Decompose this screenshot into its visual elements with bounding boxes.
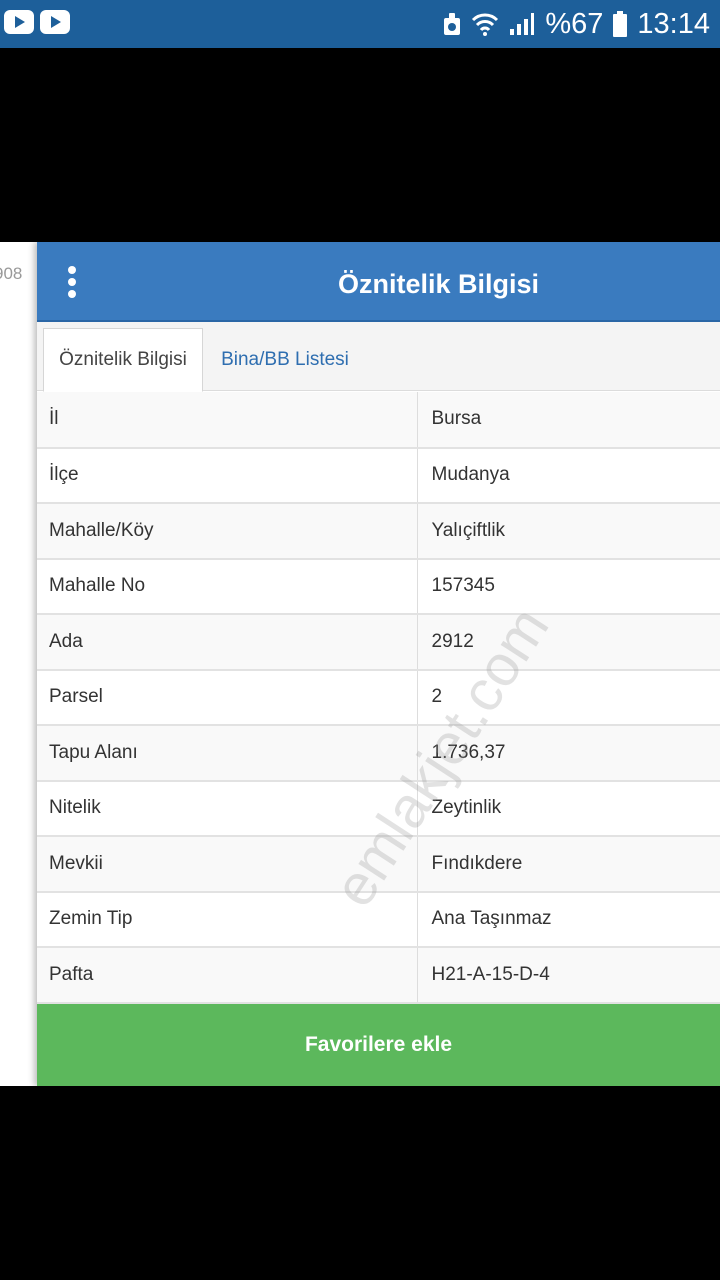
- attribute-key: Pafta: [37, 947, 418, 1003]
- add-to-favorites-button[interactable]: Favorilere ekle: [37, 1004, 720, 1086]
- attribute-key: İl: [37, 392, 418, 448]
- attribute-key: Nitelik: [37, 780, 418, 836]
- attribute-table: İl Bursa İlçe Mudanya Mahalle/Köy Yalıçi…: [37, 392, 720, 1004]
- status-bar: %67 13:14: [0, 0, 720, 48]
- attribute-key: Mahalle No: [37, 558, 418, 614]
- battery-percent: %67: [545, 7, 604, 40]
- youtube-icon: [40, 10, 70, 34]
- table-row: Zemin Tip Ana Taşınmaz: [37, 891, 720, 947]
- status-icons: %67 13:14: [443, 0, 710, 48]
- wifi-icon: [472, 13, 499, 36]
- table-row: Pafta H21-A-15-D-4: [37, 947, 720, 1003]
- attribute-value: 2912: [431, 630, 474, 652]
- attribute-value: Mudanya: [431, 464, 510, 486]
- attribute-value: Bursa: [431, 408, 482, 430]
- attribute-key: İlçe: [37, 447, 418, 503]
- panel-title: Öznitelik Bilgisi: [337, 268, 540, 299]
- attribute-value: 2: [431, 686, 443, 708]
- table-row: Parsel 2: [37, 669, 720, 725]
- table-row: Nitelik Zeytinlik: [37, 780, 720, 836]
- table-row: Mevkii Fındıkdere: [37, 836, 720, 892]
- tab-building-list[interactable]: Bina/BB Listesi: [215, 328, 355, 392]
- security-icon: [444, 13, 461, 35]
- panel-header: Öznitelik Bilgisi: [37, 242, 720, 322]
- app-frame: 908 Öznitelik Bilgisi Öznitelik Bilgisi …: [0, 242, 720, 1086]
- vertical-dots-icon[interactable]: [65, 266, 79, 298]
- attribute-key: Ada: [37, 614, 418, 670]
- attribute-key: Parsel: [37, 669, 418, 725]
- tab-bar: Öznitelik Bilgisi Bina/BB Listesi: [37, 322, 720, 392]
- attribute-value: 1.736,37: [431, 741, 506, 763]
- table-row: İl Bursa: [37, 392, 720, 448]
- battery-icon: [613, 11, 628, 37]
- attribute-key: Mevkii: [37, 836, 418, 892]
- page-edge-text: 908: [0, 264, 23, 283]
- youtube-icon: [4, 10, 34, 34]
- attribute-value: Fındıkdere: [431, 852, 523, 874]
- signal-icon: [510, 13, 535, 35]
- attribute-value: 157345: [431, 575, 495, 597]
- attribute-key: Mahalle/Köy: [37, 503, 418, 559]
- attribute-panel: Öznitelik Bilgisi Öznitelik Bilgisi Bina…: [37, 242, 720, 1086]
- table-row: Mahalle/Köy Yalıçiftlik: [37, 503, 720, 559]
- clock: 13:14: [637, 7, 710, 40]
- attribute-value: Yalıçiftlik: [431, 519, 506, 541]
- attribute-value: Zeytinlik: [431, 797, 502, 819]
- tab-attribute-info[interactable]: Öznitelik Bilgisi: [43, 328, 203, 392]
- table-row: İlçe Mudanya: [37, 447, 720, 503]
- attribute-key: Tapu Alanı: [37, 725, 418, 781]
- table-row: Tapu Alanı 1.736,37: [37, 725, 720, 781]
- table-row: Ada 2912: [37, 614, 720, 670]
- table-row: Mahalle No 157345: [37, 558, 720, 614]
- attribute-value: H21-A-15-D-4: [431, 963, 550, 985]
- attribute-key: Zemin Tip: [37, 891, 418, 947]
- attribute-value: Ana Taşınmaz: [431, 908, 552, 930]
